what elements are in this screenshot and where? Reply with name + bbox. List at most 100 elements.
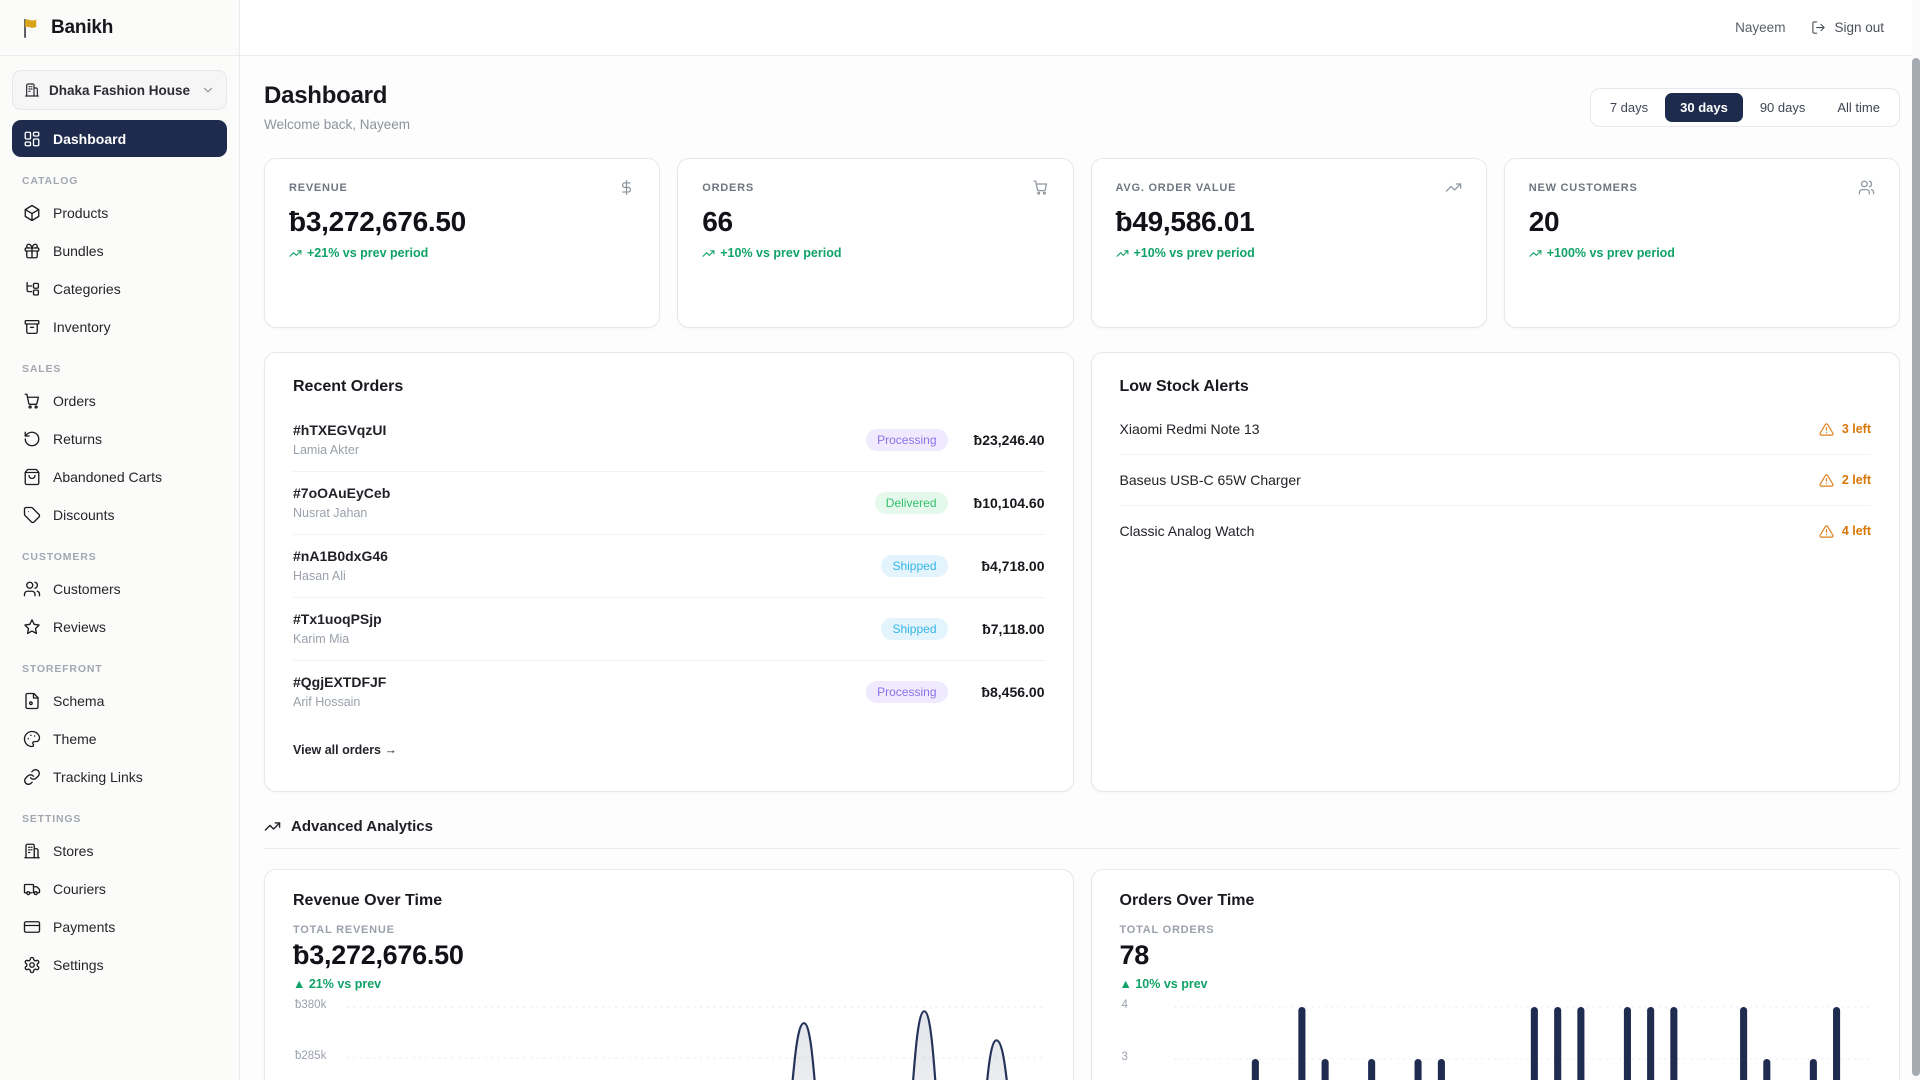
sidebar-item-settings[interactable]: Settings xyxy=(12,946,227,983)
orders-delta: ▲ 10% vs prev xyxy=(1120,977,1872,991)
sidebar-item-label: Customers xyxy=(53,581,121,597)
sidebar-item-label: Inventory xyxy=(53,319,111,335)
sidebar-item-returns[interactable]: Returns xyxy=(12,420,227,457)
store-selector-label: Dhaka Fashion House xyxy=(49,83,192,98)
total-revenue-label: TOTAL REVENUE xyxy=(293,924,1045,936)
sidebar-item-tracking-links[interactable]: Tracking Links xyxy=(12,758,227,795)
range-button-30-days[interactable]: 30 days xyxy=(1665,93,1743,122)
order-row: #7oOAuEyCebNusrat JahanDeliveredƀ10,104.… xyxy=(293,472,1045,535)
view-all-orders-link[interactable]: View all orders → xyxy=(293,743,397,757)
order-customer: Lamia Akter xyxy=(293,443,386,457)
app-window: Banikh Dhaka Fashion House DashboardCATA… xyxy=(0,0,1920,1080)
sidebar-item-bundles[interactable]: Bundles xyxy=(12,232,227,269)
order-customer: Karim Mia xyxy=(293,632,382,646)
sidebar-item-customers[interactable]: Customers xyxy=(12,570,227,607)
orders-bar-plot xyxy=(1174,995,1872,1080)
trending-up-icon xyxy=(289,247,302,260)
kpi-sparkline xyxy=(1092,281,1486,327)
sidebar-item-stores[interactable]: Stores xyxy=(12,832,227,869)
stock-left-label: 2 left xyxy=(1842,473,1871,487)
low-stock-title: Low Stock Alerts xyxy=(1120,378,1872,396)
tree-icon xyxy=(23,280,41,298)
advanced-analytics-title: Advanced Analytics xyxy=(291,818,433,835)
users-icon xyxy=(1858,179,1875,196)
revenue-over-time-card: Revenue Over Time TOTAL REVENUE ƀ3,272,6… xyxy=(264,869,1074,1080)
sidebar-item-theme[interactable]: Theme xyxy=(12,720,227,757)
order-row: #nA1B0dxG46Hasan AliShippedƀ4,718.00 xyxy=(293,535,1045,598)
recent-orders-list: #hTXEGVqzUILamia AkterProcessingƀ23,246.… xyxy=(293,409,1045,723)
sidebar-item-discounts[interactable]: Discounts xyxy=(12,496,227,533)
scrollbar[interactable] xyxy=(1912,0,1920,1080)
kpi-card-revenue: REVENUEƀ3,272,676.50+21% vs prev period xyxy=(264,158,660,328)
advanced-analytics-header: Advanced Analytics xyxy=(264,818,1900,835)
order-row: #hTXEGVqzUILamia AkterProcessingƀ23,246.… xyxy=(293,409,1045,472)
order-id: #QgjEXTDFJF xyxy=(293,674,386,690)
sidebar-item-products[interactable]: Products xyxy=(12,194,227,231)
cart-icon xyxy=(23,392,41,410)
orders-over-time-card: Orders Over Time TOTAL ORDERS 78 ▲ 10% v… xyxy=(1091,869,1901,1080)
section-divider xyxy=(264,848,1900,849)
kpi-value: ƀ49,586.01 xyxy=(1116,205,1462,239)
sidebar-item-label: Reviews xyxy=(53,619,106,635)
palette-icon xyxy=(23,730,41,748)
range-button-7-days[interactable]: 7 days xyxy=(1595,93,1663,122)
sidebar-item-payments[interactable]: Payments xyxy=(12,908,227,945)
kpi-label: AVG. ORDER VALUE xyxy=(1116,182,1237,194)
sidebar-item-label: Discounts xyxy=(53,507,114,523)
sidebar-item-label: Stores xyxy=(53,843,93,859)
dashboard-content: Dashboard Welcome back, Nayeem 7 days30 … xyxy=(240,56,1920,1080)
sidebar-item-label: Settings xyxy=(53,957,104,973)
kpi-delta: +100% vs prev period xyxy=(1529,246,1875,260)
alert-triangle-icon xyxy=(1819,524,1834,539)
low-stock-card: Low Stock Alerts Xiaomi Redmi Note 133 l… xyxy=(1091,352,1901,792)
status-badge: Delivered xyxy=(875,492,948,514)
order-amount: ƀ4,718.00 xyxy=(961,558,1045,574)
order-customer: Hasan Ali xyxy=(293,569,388,583)
sidebar: Banikh Dhaka Fashion House DashboardCATA… xyxy=(0,0,240,1080)
sidebar-item-abandoned-carts[interactable]: Abandoned Carts xyxy=(12,458,227,495)
star-icon xyxy=(23,618,41,636)
sidebar-item-schema[interactable]: Schema xyxy=(12,682,227,719)
kpi-sparkline xyxy=(678,281,1072,327)
sidebar-item-label: Payments xyxy=(53,919,115,935)
brand-flag-icon xyxy=(20,17,42,39)
y-tick-380k: ƀ380k xyxy=(295,999,326,1011)
product-name: Xiaomi Redmi Note 13 xyxy=(1120,421,1260,437)
sign-out-button[interactable]: Sign out xyxy=(1811,20,1884,35)
order-amount: ƀ7,118.00 xyxy=(961,621,1045,637)
kpi-delta: +10% vs prev period xyxy=(1116,246,1462,260)
store-selector[interactable]: Dhaka Fashion House xyxy=(12,70,227,110)
kpi-label: REVENUE xyxy=(289,182,348,194)
building-icon xyxy=(24,82,40,98)
sidebar-item-label: Categories xyxy=(53,281,121,297)
sidebar-item-couriers[interactable]: Couriers xyxy=(12,870,227,907)
sidebar-item-reviews[interactable]: Reviews xyxy=(12,608,227,645)
range-button-all-time[interactable]: All time xyxy=(1822,93,1895,122)
tag-icon xyxy=(23,506,41,524)
sidebar-item-categories[interactable]: Categories xyxy=(12,270,227,307)
archive-icon xyxy=(23,318,41,336)
kpi-value: 20 xyxy=(1529,205,1875,239)
sidebar-item-orders[interactable]: Orders xyxy=(12,382,227,419)
recent-orders-title: Recent Orders xyxy=(293,378,1045,396)
trending-up-icon xyxy=(1529,247,1542,260)
sidebar-item-inventory[interactable]: Inventory xyxy=(12,308,227,345)
order-id: #Tx1uoqPSjp xyxy=(293,611,382,627)
order-row: #Tx1uoqPSjpKarim MiaShippedƀ7,118.00 xyxy=(293,598,1045,661)
low-stock-row: Baseus USB-C 65W Charger2 left xyxy=(1120,455,1872,506)
total-orders-value: 78 xyxy=(1120,939,1872,971)
sidebar-item-label: Orders xyxy=(53,393,96,409)
brand: Banikh xyxy=(0,0,239,56)
page-subtitle: Welcome back, Nayeem xyxy=(264,117,410,132)
building-icon xyxy=(23,842,41,860)
order-id: #hTXEGVqzUI xyxy=(293,422,386,438)
revenue-chart-title: Revenue Over Time xyxy=(293,892,1045,910)
range-button-90-days[interactable]: 90 days xyxy=(1745,93,1821,122)
scrollbar-thumb[interactable] xyxy=(1912,58,1920,1076)
sidebar-item-dashboard[interactable]: Dashboard xyxy=(12,120,227,157)
gear-icon xyxy=(23,956,41,974)
low-stock-row: Xiaomi Redmi Note 133 left xyxy=(1120,404,1872,455)
revenue-chart: ƀ380k ƀ285k xyxy=(293,995,1045,1080)
sidebar-item-label: Bundles xyxy=(53,243,104,259)
order-id: #nA1B0dxG46 xyxy=(293,548,388,564)
